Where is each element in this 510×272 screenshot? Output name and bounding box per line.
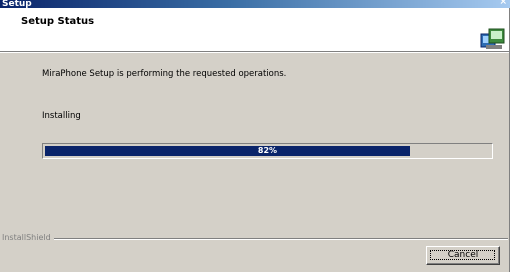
setup-computer-icon <box>480 28 505 49</box>
progress-percent: 82% <box>257 146 278 155</box>
progress-bar: 82% <box>42 143 493 159</box>
close-icon[interactable]: × <box>499 0 507 7</box>
phase-label: Installing <box>42 111 81 121</box>
cancel-button[interactable]: Cancel <box>426 246 500 265</box>
header-divider <box>0 52 510 53</box>
focus-rect <box>430 250 495 260</box>
installshield-label: InstallShield <box>2 233 54 242</box>
title-bar[interactable]: Setup × <box>0 0 510 9</box>
status-message: MiraPhone Setup is performing the reques… <box>42 69 287 79</box>
page-title: Setup Status <box>21 16 95 27</box>
dialog-header: Setup Status <box>0 8 510 52</box>
footer-divider <box>2 238 508 240</box>
